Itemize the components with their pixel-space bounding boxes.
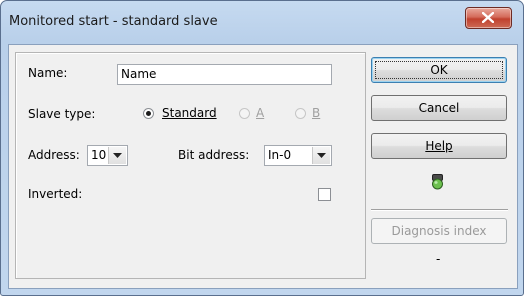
help-button-label: Help (425, 139, 453, 153)
close-button[interactable] (465, 7, 512, 29)
dialog-client-area: Name: Name Slave type: Standard A B Addr… (8, 44, 518, 289)
close-icon (482, 12, 494, 23)
address-combobox[interactable]: 10 (87, 145, 128, 166)
bit-address-label: Bit address: (178, 148, 250, 162)
help-button[interactable]: Help (371, 133, 507, 159)
dialog-window: Monitored start - standard slave Name: N… (0, 0, 524, 296)
radio-b (295, 108, 306, 119)
radio-a-label: A (256, 106, 265, 120)
cancel-button[interactable]: Cancel (371, 95, 507, 121)
radio-a (239, 108, 250, 119)
window-title: Monitored start - standard slave (9, 14, 218, 29)
green-led-icon (432, 174, 443, 190)
bit-address-value: In-0 (268, 148, 292, 162)
chevron-down-icon (113, 153, 122, 158)
address-dropdown-arrow[interactable] (108, 147, 126, 164)
address-value: 10 (91, 148, 107, 162)
chevron-down-icon (317, 153, 326, 158)
slave-type-label: Slave type: (28, 107, 96, 121)
radio-standard[interactable] (143, 108, 154, 119)
button-separator (371, 209, 508, 211)
bit-address-combobox[interactable]: In-0 (264, 145, 332, 166)
focus-rectangle (375, 61, 503, 79)
inverted-label: Inverted: (28, 187, 83, 201)
cancel-button-label: Cancel (418, 101, 460, 115)
bit-address-dropdown-arrow[interactable] (312, 147, 330, 164)
name-label: Name: (28, 66, 68, 80)
diagnosis-index-button-label: Diagnosis index (391, 224, 487, 238)
radio-standard-label[interactable]: Standard (162, 106, 217, 120)
name-input[interactable]: Name (117, 64, 332, 85)
title-bar[interactable]: Monitored start - standard slave (1, 1, 523, 45)
diagnosis-index-button: Diagnosis index (371, 218, 507, 244)
inverted-checkbox[interactable] (318, 188, 331, 201)
radio-b-label: B (312, 106, 321, 120)
ok-button[interactable]: OK (371, 57, 507, 83)
diagnosis-value: - (436, 252, 441, 266)
address-label: Address: (28, 148, 80, 162)
